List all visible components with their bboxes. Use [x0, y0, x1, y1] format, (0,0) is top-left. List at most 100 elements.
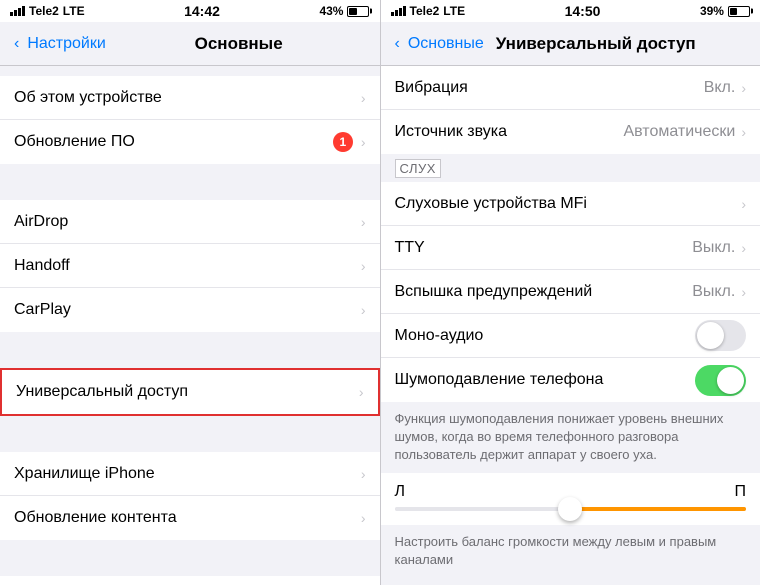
battery-icon	[728, 6, 750, 17]
time-label: 14:50	[565, 3, 601, 19]
network-type: LTE	[63, 4, 85, 18]
item-label: CarPlay	[14, 301, 361, 319]
slider-fill-left	[395, 507, 564, 511]
list-item[interactable]: Обновление ПО 1 ›	[0, 120, 380, 164]
left-section-universal: Универсальный доступ ›	[0, 368, 380, 416]
carrier-label: Tele2	[410, 4, 440, 18]
right-status-right: 39%	[700, 4, 750, 18]
left-panel: Tele2 LTE 14:42 43% ‹ Настройки Основные…	[0, 0, 381, 585]
section-label-text: СЛУХ	[395, 159, 441, 178]
left-section-1: Об этом устройстве › Обновление ПО 1 ›	[0, 76, 380, 164]
list-item-restrictions[interactable]: Ограничения Выкл. ›	[0, 576, 380, 585]
right-panel: Tele2 LTE 14:50 39% ‹ Основные Универсал…	[381, 0, 760, 585]
slider-left-label: Л	[395, 483, 406, 501]
chevron-icon: ›	[741, 284, 746, 300]
list-item-noise-cancel[interactable]: Шумоподавление телефона	[381, 358, 760, 402]
right-nav-bar: ‹ Основные Универсальный доступ	[381, 22, 760, 66]
slider-right-label: П	[735, 483, 747, 501]
chevron-icon: ›	[361, 510, 366, 526]
battery-percent: 43%	[319, 4, 343, 18]
signal-icon	[10, 6, 25, 16]
carrier-label: Tele2	[29, 4, 59, 18]
back-arrow-icon: ‹	[14, 35, 19, 53]
chevron-icon: ›	[361, 90, 366, 106]
item-label: Хранилище iPhone	[14, 465, 361, 483]
time-label: 14:42	[184, 3, 220, 19]
list-item-handoff[interactable]: Handoff ›	[0, 244, 380, 288]
list-item-tty[interactable]: TTY Выкл. ›	[381, 226, 760, 270]
list-item-vibration[interactable]: Вибрация Вкл. ›	[381, 66, 760, 110]
list-item-storage[interactable]: Хранилище iPhone ›	[0, 452, 380, 496]
item-label: Вспышка предупреждений	[395, 283, 693, 301]
right-status-bar: Tele2 LTE 14:50 39%	[381, 0, 760, 22]
left-nav-bar: ‹ Настройки Основные	[0, 22, 380, 66]
slider-fill-right	[577, 507, 746, 511]
item-value: Вкл.	[704, 79, 736, 97]
left-section-4: Хранилище iPhone › Обновление контента ›	[0, 452, 380, 540]
chevron-icon: ›	[741, 196, 746, 212]
balance-slider-container: Л П	[381, 473, 760, 525]
item-label: Handoff	[14, 257, 361, 275]
right-top-section: Вибрация Вкл. › Источник звука Автоматич…	[381, 66, 760, 154]
list-item-flash-alerts[interactable]: Вспышка предупреждений Выкл. ›	[381, 270, 760, 314]
back-label[interactable]: Настройки	[27, 35, 105, 53]
chevron-icon: ›	[361, 302, 366, 318]
chevron-icon: ›	[741, 124, 746, 140]
list-item-carplay[interactable]: CarPlay ›	[0, 288, 380, 332]
left-status-bar: Tele2 LTE 14:42 43%	[0, 0, 380, 22]
list-item-sound-source[interactable]: Источник звука Автоматически ›	[381, 110, 760, 154]
item-value: Выкл.	[692, 283, 735, 301]
list-item-mfi[interactable]: Слуховые устройства MFi ›	[381, 182, 760, 226]
back-arrow-icon: ‹	[395, 35, 400, 53]
chevron-icon: ›	[741, 80, 746, 96]
right-nav-title: Универсальный доступ	[496, 34, 696, 54]
back-label[interactable]: Основные	[408, 35, 484, 53]
right-scroll-content: Вибрация Вкл. › Источник звука Автоматич…	[381, 66, 760, 585]
list-item-mono-audio[interactable]: Моно-аудио	[381, 314, 760, 358]
hearing-section: Слуховые устройства MFi › TTY Выкл. › Вс…	[381, 182, 760, 402]
item-label: Обновление контента	[14, 509, 361, 527]
item-label: Моно-аудио	[395, 327, 696, 345]
battery-percent: 39%	[700, 4, 724, 18]
balance-description: Настроить баланс громкости между левым и…	[381, 525, 760, 577]
left-section-2: AirDrop › Handoff › CarPlay ›	[0, 200, 380, 332]
slider-track[interactable]	[395, 507, 747, 511]
update-badge: 1	[333, 132, 353, 152]
battery-icon	[347, 6, 369, 17]
chevron-icon: ›	[361, 466, 366, 482]
signal-icon	[391, 6, 406, 16]
left-scroll-content: Об этом устройстве › Обновление ПО 1 › A…	[0, 66, 380, 585]
chevron-icon: ›	[361, 258, 366, 274]
toggle-thumb	[697, 322, 724, 349]
noise-cancel-toggle[interactable]	[695, 365, 746, 396]
list-item[interactable]: Об этом устройстве ›	[0, 76, 380, 120]
slider-thumb[interactable]	[558, 497, 582, 521]
left-status-left: Tele2 LTE	[10, 4, 85, 18]
chevron-icon: ›	[359, 384, 364, 400]
toggle-thumb	[717, 367, 744, 394]
item-label: TTY	[395, 239, 693, 257]
noise-cancel-description: Функция шумоподавления понижает уровень …	[381, 402, 760, 473]
item-value: Выкл.	[692, 239, 735, 257]
list-item-content-update[interactable]: Обновление контента ›	[0, 496, 380, 540]
left-status-right: 43%	[319, 4, 369, 18]
list-item-airdrop[interactable]: AirDrop ›	[0, 200, 380, 244]
left-section-5: Ограничения Выкл. ›	[0, 576, 380, 585]
item-value: Автоматически	[623, 123, 735, 141]
item-label: Шумоподавление телефона	[395, 371, 696, 389]
network-type: LTE	[443, 4, 465, 18]
list-item-universal-access[interactable]: Универсальный доступ ›	[2, 370, 378, 414]
item-label: Универсальный доступ	[16, 383, 359, 401]
item-label: Источник звука	[395, 123, 624, 141]
mono-audio-toggle[interactable]	[695, 320, 746, 351]
audio-balance-section: Л П	[381, 473, 760, 525]
chevron-icon: ›	[361, 214, 366, 230]
chevron-icon: ›	[361, 134, 366, 150]
chevron-icon: ›	[741, 240, 746, 256]
right-status-left: Tele2 LTE	[391, 4, 466, 18]
hearing-section-header: СЛУХ	[381, 154, 760, 182]
item-label: Об этом устройстве	[14, 89, 361, 107]
item-label: Слуховые устройства MFi	[395, 195, 742, 213]
item-label: AirDrop	[14, 213, 361, 231]
item-label: Вибрация	[395, 79, 704, 97]
